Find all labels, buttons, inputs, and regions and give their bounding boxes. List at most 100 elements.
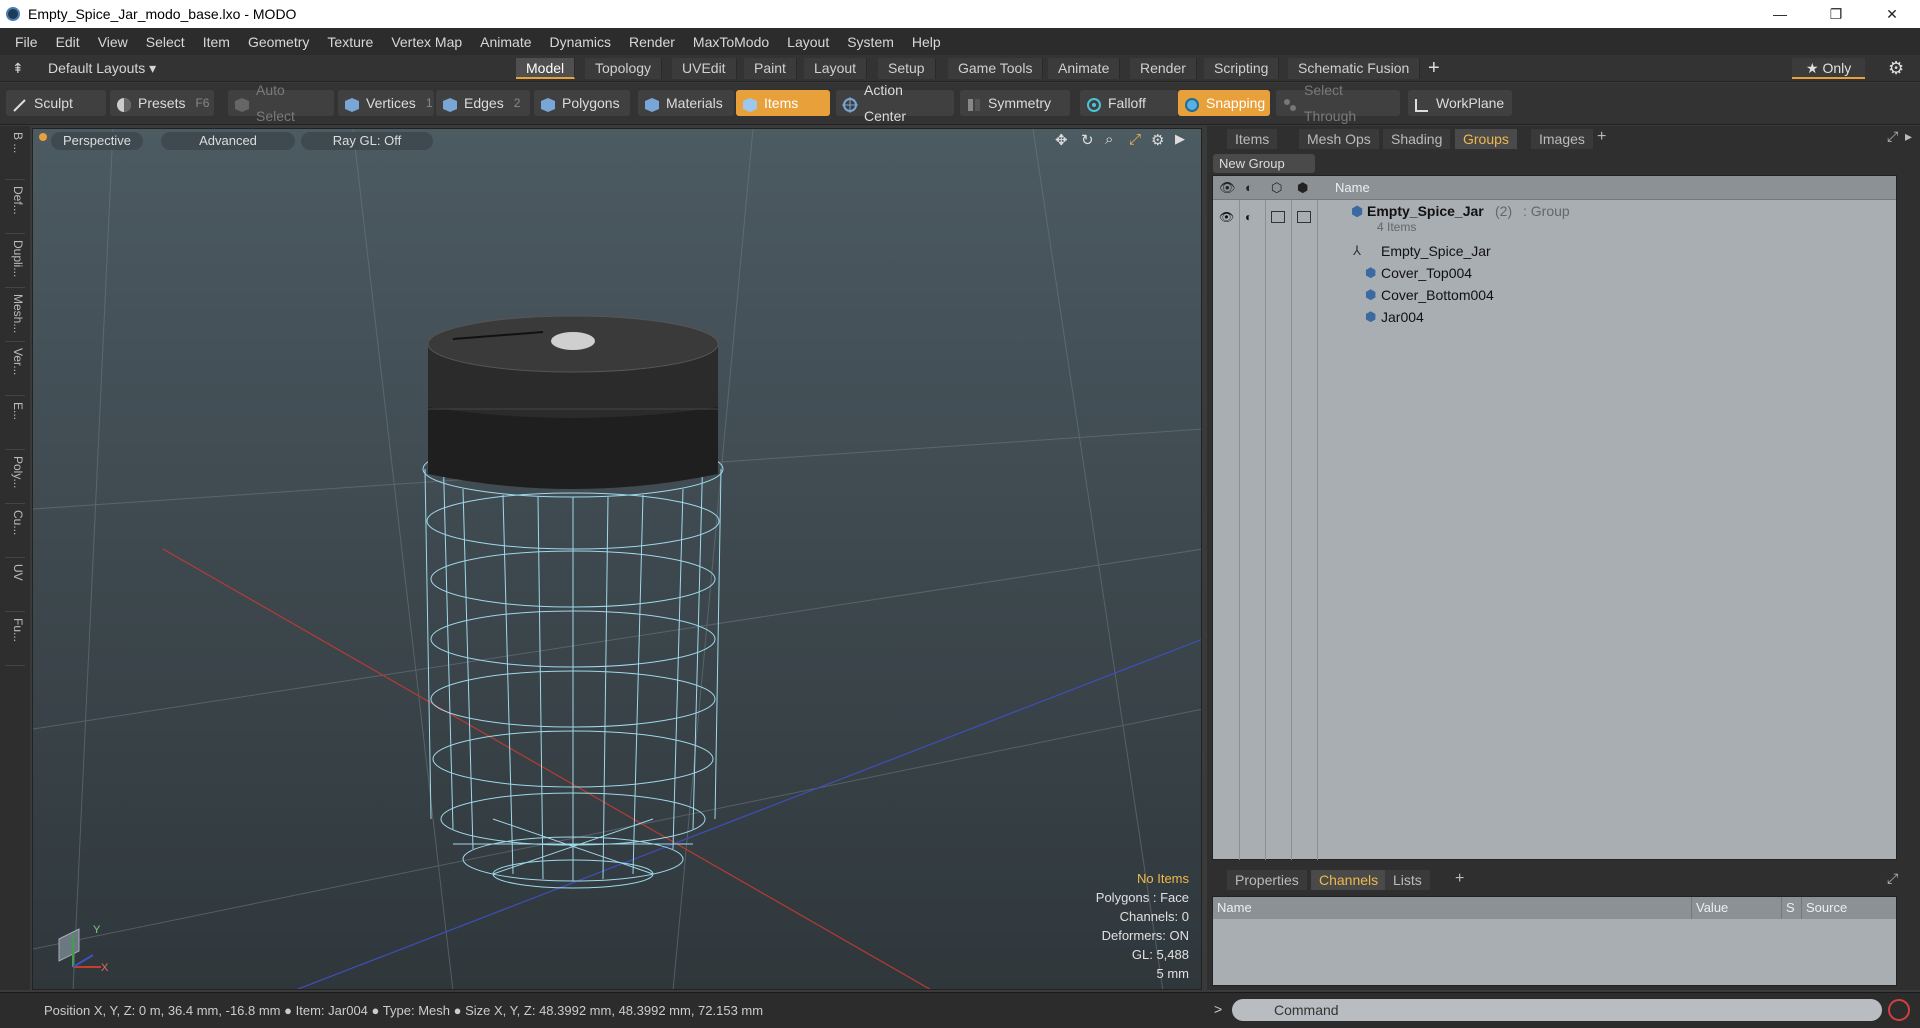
- group-render-icon[interactable]: ◐: [1245, 206, 1252, 228]
- channels-s-header[interactable]: S: [1781, 897, 1795, 919]
- tab-animate[interactable]: Animate: [1048, 58, 1121, 79]
- tab-model[interactable]: Model: [516, 58, 576, 79]
- menu-dynamics[interactable]: Dynamics: [541, 34, 620, 50]
- left-tab-duplicate[interactable]: Dupli...: [5, 240, 25, 288]
- tab-mesh-ops[interactable]: Mesh Ops: [1299, 129, 1379, 149]
- falloff-button[interactable]: Falloff: [1080, 90, 1178, 116]
- left-tab-polygon[interactable]: Poly...: [5, 456, 25, 504]
- new-group-button[interactable]: New Group: [1213, 154, 1315, 173]
- menu-help[interactable]: Help: [903, 34, 950, 50]
- menu-view[interactable]: View: [89, 34, 137, 50]
- zoom-view-icon[interactable]: ⌕: [1105, 131, 1113, 148]
- tab-lists[interactable]: Lists: [1385, 870, 1430, 890]
- symmetry-button[interactable]: Symmetry: [960, 90, 1070, 116]
- menu-file[interactable]: File: [6, 34, 47, 50]
- left-tab-curve[interactable]: Cu...: [5, 510, 25, 558]
- group-row[interactable]: 👁 ◐ ⬢ Empty_Spice_Jar (2) : Group 4 Item…: [1213, 200, 1896, 238]
- menu-layout[interactable]: Layout: [778, 34, 838, 50]
- move-view-icon[interactable]: ✥: [1055, 131, 1068, 149]
- add-tab-button[interactable]: +: [1428, 57, 1440, 80]
- polygons-button[interactable]: Polygons: [534, 90, 630, 116]
- tab-items[interactable]: Items: [1227, 129, 1278, 149]
- items-button[interactable]: Items: [736, 90, 830, 116]
- menu-geometry[interactable]: Geometry: [239, 34, 318, 50]
- menu-animate[interactable]: Animate: [471, 34, 540, 50]
- raygl-button[interactable]: Ray GL: Off: [301, 132, 433, 150]
- left-tab-b[interactable]: B ...: [5, 132, 25, 180]
- channels-name-header[interactable]: Name: [1217, 897, 1252, 919]
- name-column-header[interactable]: Name: [1335, 180, 1370, 195]
- tab-game-tools[interactable]: Game Tools: [948, 58, 1044, 79]
- tab-images[interactable]: Images: [1531, 129, 1593, 149]
- command-input[interactable]: Command: [1232, 999, 1882, 1021]
- menu-system[interactable]: System: [838, 34, 903, 50]
- lock-column-icon[interactable]: ⬡: [1271, 180, 1282, 196]
- left-tab-fusion[interactable]: Fu...: [5, 618, 25, 666]
- minimize-button[interactable]: —: [1752, 0, 1808, 28]
- left-tab-edge[interactable]: E...: [5, 402, 25, 450]
- add-channels-tab-button[interactable]: +: [1455, 870, 1464, 888]
- left-tab-mesh[interactable]: Mesh...: [5, 294, 25, 342]
- group-lock-checkbox[interactable]: [1271, 211, 1285, 223]
- viewport-expand-icon[interactable]: ▶: [1175, 131, 1185, 147]
- left-tab-vertex[interactable]: Ver...: [5, 348, 25, 396]
- tab-groups[interactable]: Groups: [1455, 129, 1517, 149]
- left-tab-deformers[interactable]: Def...: [5, 186, 25, 234]
- group-visible-icon[interactable]: 👁: [1219, 206, 1234, 228]
- menu-item[interactable]: Item: [194, 34, 239, 50]
- group-select-checkbox[interactable]: [1297, 211, 1311, 223]
- tab-properties[interactable]: Properties: [1227, 870, 1307, 890]
- tab-topology[interactable]: Topology: [585, 58, 663, 79]
- visibility-column-icon[interactable]: 👁: [1219, 180, 1236, 196]
- menu-texture[interactable]: Texture: [318, 34, 382, 50]
- only-button[interactable]: ★ Only: [1792, 58, 1866, 79]
- panel-expand-icon[interactable]: ⤢: [1887, 128, 1898, 145]
- snapping-button[interactable]: Snapping: [1178, 90, 1270, 116]
- add-panel-tab-button[interactable]: +: [1597, 128, 1606, 146]
- channels-source-header[interactable]: Source: [1801, 897, 1847, 919]
- close-button[interactable]: ✕: [1864, 0, 1920, 28]
- edges-button[interactable]: Edges 2: [436, 90, 530, 116]
- tree-row[interactable]: ⬢ Jar004: [1213, 306, 1896, 328]
- rotate-view-icon[interactable]: ↻: [1081, 131, 1094, 149]
- channels-value-header[interactable]: Value: [1691, 897, 1728, 919]
- sculpt-button[interactable]: Sculpt: [6, 90, 106, 116]
- left-tab-uv[interactable]: UV: [5, 564, 25, 612]
- presets-button[interactable]: Presets F6: [110, 90, 214, 116]
- perspective-button[interactable]: Perspective: [51, 132, 143, 150]
- tree-row[interactable]: ⅄ Empty_Spice_Jar: [1213, 240, 1896, 262]
- tab-paint[interactable]: Paint: [744, 58, 797, 79]
- tab-render[interactable]: Render: [1130, 58, 1197, 79]
- auto-select-button[interactable]: Auto Select: [228, 82, 334, 124]
- menu-maxtomodo[interactable]: MaxToModo: [684, 34, 778, 50]
- record-icon[interactable]: [1888, 999, 1910, 1021]
- channels-expand-icon[interactable]: ⤢: [1887, 870, 1898, 887]
- action-center-button[interactable]: Action Center: [836, 82, 954, 124]
- panel-menu-icon[interactable]: ▸: [1905, 128, 1912, 145]
- viewport-settings-icon[interactable]: ⚙: [1151, 131, 1164, 149]
- materials-button[interactable]: Materials: [638, 90, 734, 116]
- tree-row[interactable]: ⬢ Cover_Bottom004: [1213, 284, 1896, 306]
- fit-view-icon[interactable]: ⤢: [1129, 131, 1141, 148]
- menu-vertex-map[interactable]: Vertex Map: [382, 34, 471, 50]
- tab-shading[interactable]: Shading: [1383, 129, 1451, 149]
- tab-scripting[interactable]: Scripting: [1204, 58, 1280, 79]
- workplane-button[interactable]: WorkPlane: [1408, 90, 1512, 116]
- select-through-button[interactable]: Select Through: [1276, 82, 1400, 124]
- tab-schematic-fusion[interactable]: Schematic Fusion: [1288, 58, 1421, 79]
- maximize-button[interactable]: ❐: [1808, 0, 1864, 28]
- viewport-menu-dot[interactable]: [39, 133, 47, 141]
- 3d-viewport[interactable]: Y X Perspective Advanced Ray GL: Off ✥ ↻…: [32, 128, 1202, 990]
- tab-layout[interactable]: Layout: [804, 58, 868, 79]
- vertices-button[interactable]: Vertices 1: [338, 90, 434, 116]
- advanced-button[interactable]: Advanced: [161, 132, 295, 150]
- tree-row[interactable]: ⬢ Cover_Top004: [1213, 262, 1896, 284]
- tab-uvedit[interactable]: UVEdit: [672, 58, 737, 79]
- layout-collapse-icon[interactable]: ⇞: [12, 60, 24, 77]
- render-column-icon[interactable]: ◐: [1245, 180, 1253, 195]
- gear-icon[interactable]: ⚙: [1888, 58, 1904, 79]
- menu-edit[interactable]: Edit: [47, 34, 89, 50]
- select-column-icon[interactable]: ⬢: [1297, 180, 1308, 196]
- default-layouts-dropdown[interactable]: Default Layouts ▾: [48, 60, 156, 77]
- tab-channels[interactable]: Channels: [1311, 870, 1387, 890]
